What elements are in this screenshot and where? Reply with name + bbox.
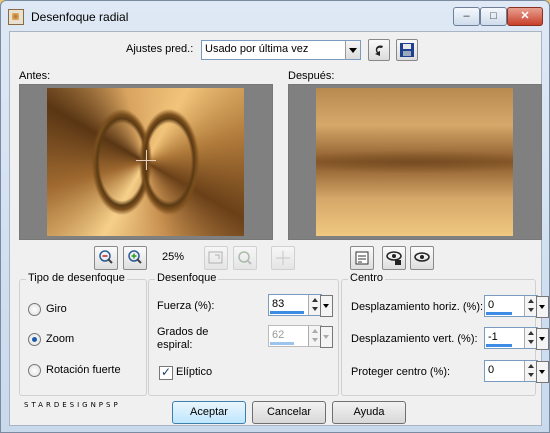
spiral-slider-button[interactable]	[320, 326, 333, 348]
radio-giro[interactable]	[28, 303, 41, 316]
ok-button[interactable]: Aceptar	[172, 401, 246, 424]
zoom-out-button[interactable]	[94, 246, 118, 270]
horiz-offset-level-bar	[486, 312, 512, 315]
protect-center-slider-button[interactable]	[536, 361, 549, 383]
horiz-offset-label: Desplazamiento horiz. (%):	[351, 301, 484, 313]
zoom-reset-button[interactable]	[233, 246, 257, 270]
close-icon: ✕	[520, 10, 530, 22]
center-title: Centro	[348, 272, 386, 284]
presets-label: Ajustes pred.:	[126, 43, 194, 55]
center-crosshair-v[interactable]	[146, 150, 147, 170]
spiral-label-line1: Grados de	[157, 326, 209, 338]
minimize-button[interactable]: –	[453, 7, 480, 26]
radio-rotacion-fuerte-label[interactable]: Rotación fuerte	[46, 364, 121, 376]
horiz-offset-value: 0	[488, 299, 495, 311]
pan-button[interactable]	[271, 246, 295, 270]
zoom-in-button[interactable]	[123, 246, 147, 270]
spiral-input[interactable]: 62	[268, 325, 333, 348]
dialog-window: Desenfoque radial – □ ✕ Ajustes pred.: U…	[0, 0, 550, 433]
move-icon	[276, 251, 290, 265]
close-button[interactable]: ✕	[507, 7, 543, 26]
window-title: Desenfoque radial	[31, 10, 129, 24]
strength-input[interactable]: 83	[268, 294, 333, 317]
spiral-level-bar	[270, 342, 294, 345]
protect-center-input[interactable]: 0	[484, 360, 549, 383]
proof-button[interactable]	[382, 246, 406, 270]
help-button[interactable]: Ayuda	[332, 401, 406, 424]
after-preview	[288, 84, 542, 240]
radio-zoom-label[interactable]: Zoom	[46, 333, 74, 345]
watermark: STARDESIGNPSP	[24, 401, 121, 409]
toggle-preview-button[interactable]	[350, 246, 374, 270]
presets-value: Usado por última vez	[205, 43, 309, 55]
zoom-level: 25%	[162, 251, 185, 263]
before-label: Antes:	[19, 70, 51, 82]
auto-proof-button[interactable]	[410, 246, 434, 270]
strength-level-bar	[270, 311, 304, 314]
spiral-label-line2: espiral:	[157, 339, 193, 351]
protect-center-label: Proteger centro (%):	[351, 366, 451, 378]
cancel-button[interactable]: Cancelar	[252, 401, 326, 424]
dialog-body: Ajustes pred.: Usado por última vez Ante…	[9, 31, 549, 426]
app-icon	[8, 9, 24, 25]
radio-rotacion-fuerte[interactable]	[28, 364, 41, 377]
maximize-icon: □	[490, 10, 497, 22]
after-image	[316, 88, 513, 236]
floppy-disk-icon	[400, 43, 414, 57]
zoom-fit-button[interactable]	[204, 246, 228, 270]
title-bar[interactable]: Desenfoque radial – □ ✕	[1, 1, 549, 31]
eye-lock-icon	[386, 251, 402, 265]
undo-arrow-icon	[375, 45, 383, 56]
eye-icon	[414, 252, 430, 262]
vert-offset-value: -1	[488, 331, 498, 343]
blur-group: Desenfoque Fuerza (%): 83 Grados de espi…	[148, 272, 339, 396]
blur-type-title: Tipo de desenfoque	[26, 272, 127, 284]
zoom-actual-icon	[238, 251, 252, 265]
blur-type-group: Tipo de desenfoque Giro Zoom Rotación fu…	[19, 272, 147, 396]
radio-giro-label[interactable]: Giro	[46, 303, 67, 315]
maximize-button[interactable]: □	[480, 7, 507, 26]
before-preview[interactable]	[19, 84, 273, 240]
radio-zoom[interactable]	[28, 333, 41, 346]
elliptic-label[interactable]: Elíptico	[176, 366, 212, 378]
strength-slider-button[interactable]	[320, 295, 333, 317]
horiz-offset-slider-button[interactable]	[536, 296, 549, 318]
minimize-icon: –	[463, 10, 470, 22]
protect-center-value: 0	[488, 364, 495, 376]
save-preset-button[interactable]	[396, 39, 418, 61]
strength-value: 83	[272, 298, 285, 310]
elliptic-checkbox[interactable]	[159, 365, 173, 380]
horiz-offset-input[interactable]: 0	[484, 295, 549, 318]
preview-toggle-icon	[355, 251, 369, 265]
vert-offset-level-bar	[486, 344, 512, 347]
zoom-out-icon	[99, 250, 113, 264]
chevron-down-icon[interactable]	[345, 41, 360, 59]
strength-label: Fuerza (%):	[157, 300, 215, 312]
fit-window-icon	[208, 251, 223, 264]
reset-preset-button[interactable]	[368, 39, 390, 61]
zoom-in-icon	[128, 250, 142, 264]
vert-offset-input[interactable]: -1	[484, 327, 549, 350]
spiral-value: 62	[272, 329, 285, 341]
vert-offset-slider-button[interactable]	[536, 328, 549, 350]
presets-dropdown[interactable]: Usado por última vez	[201, 40, 361, 60]
after-label: Después:	[288, 70, 335, 82]
vert-offset-label: Desplazamiento vert. (%):	[351, 333, 478, 345]
blur-title: Desenfoque	[155, 272, 219, 284]
center-group: Centro Desplazamiento horiz. (%): 0 Desp…	[341, 272, 549, 396]
